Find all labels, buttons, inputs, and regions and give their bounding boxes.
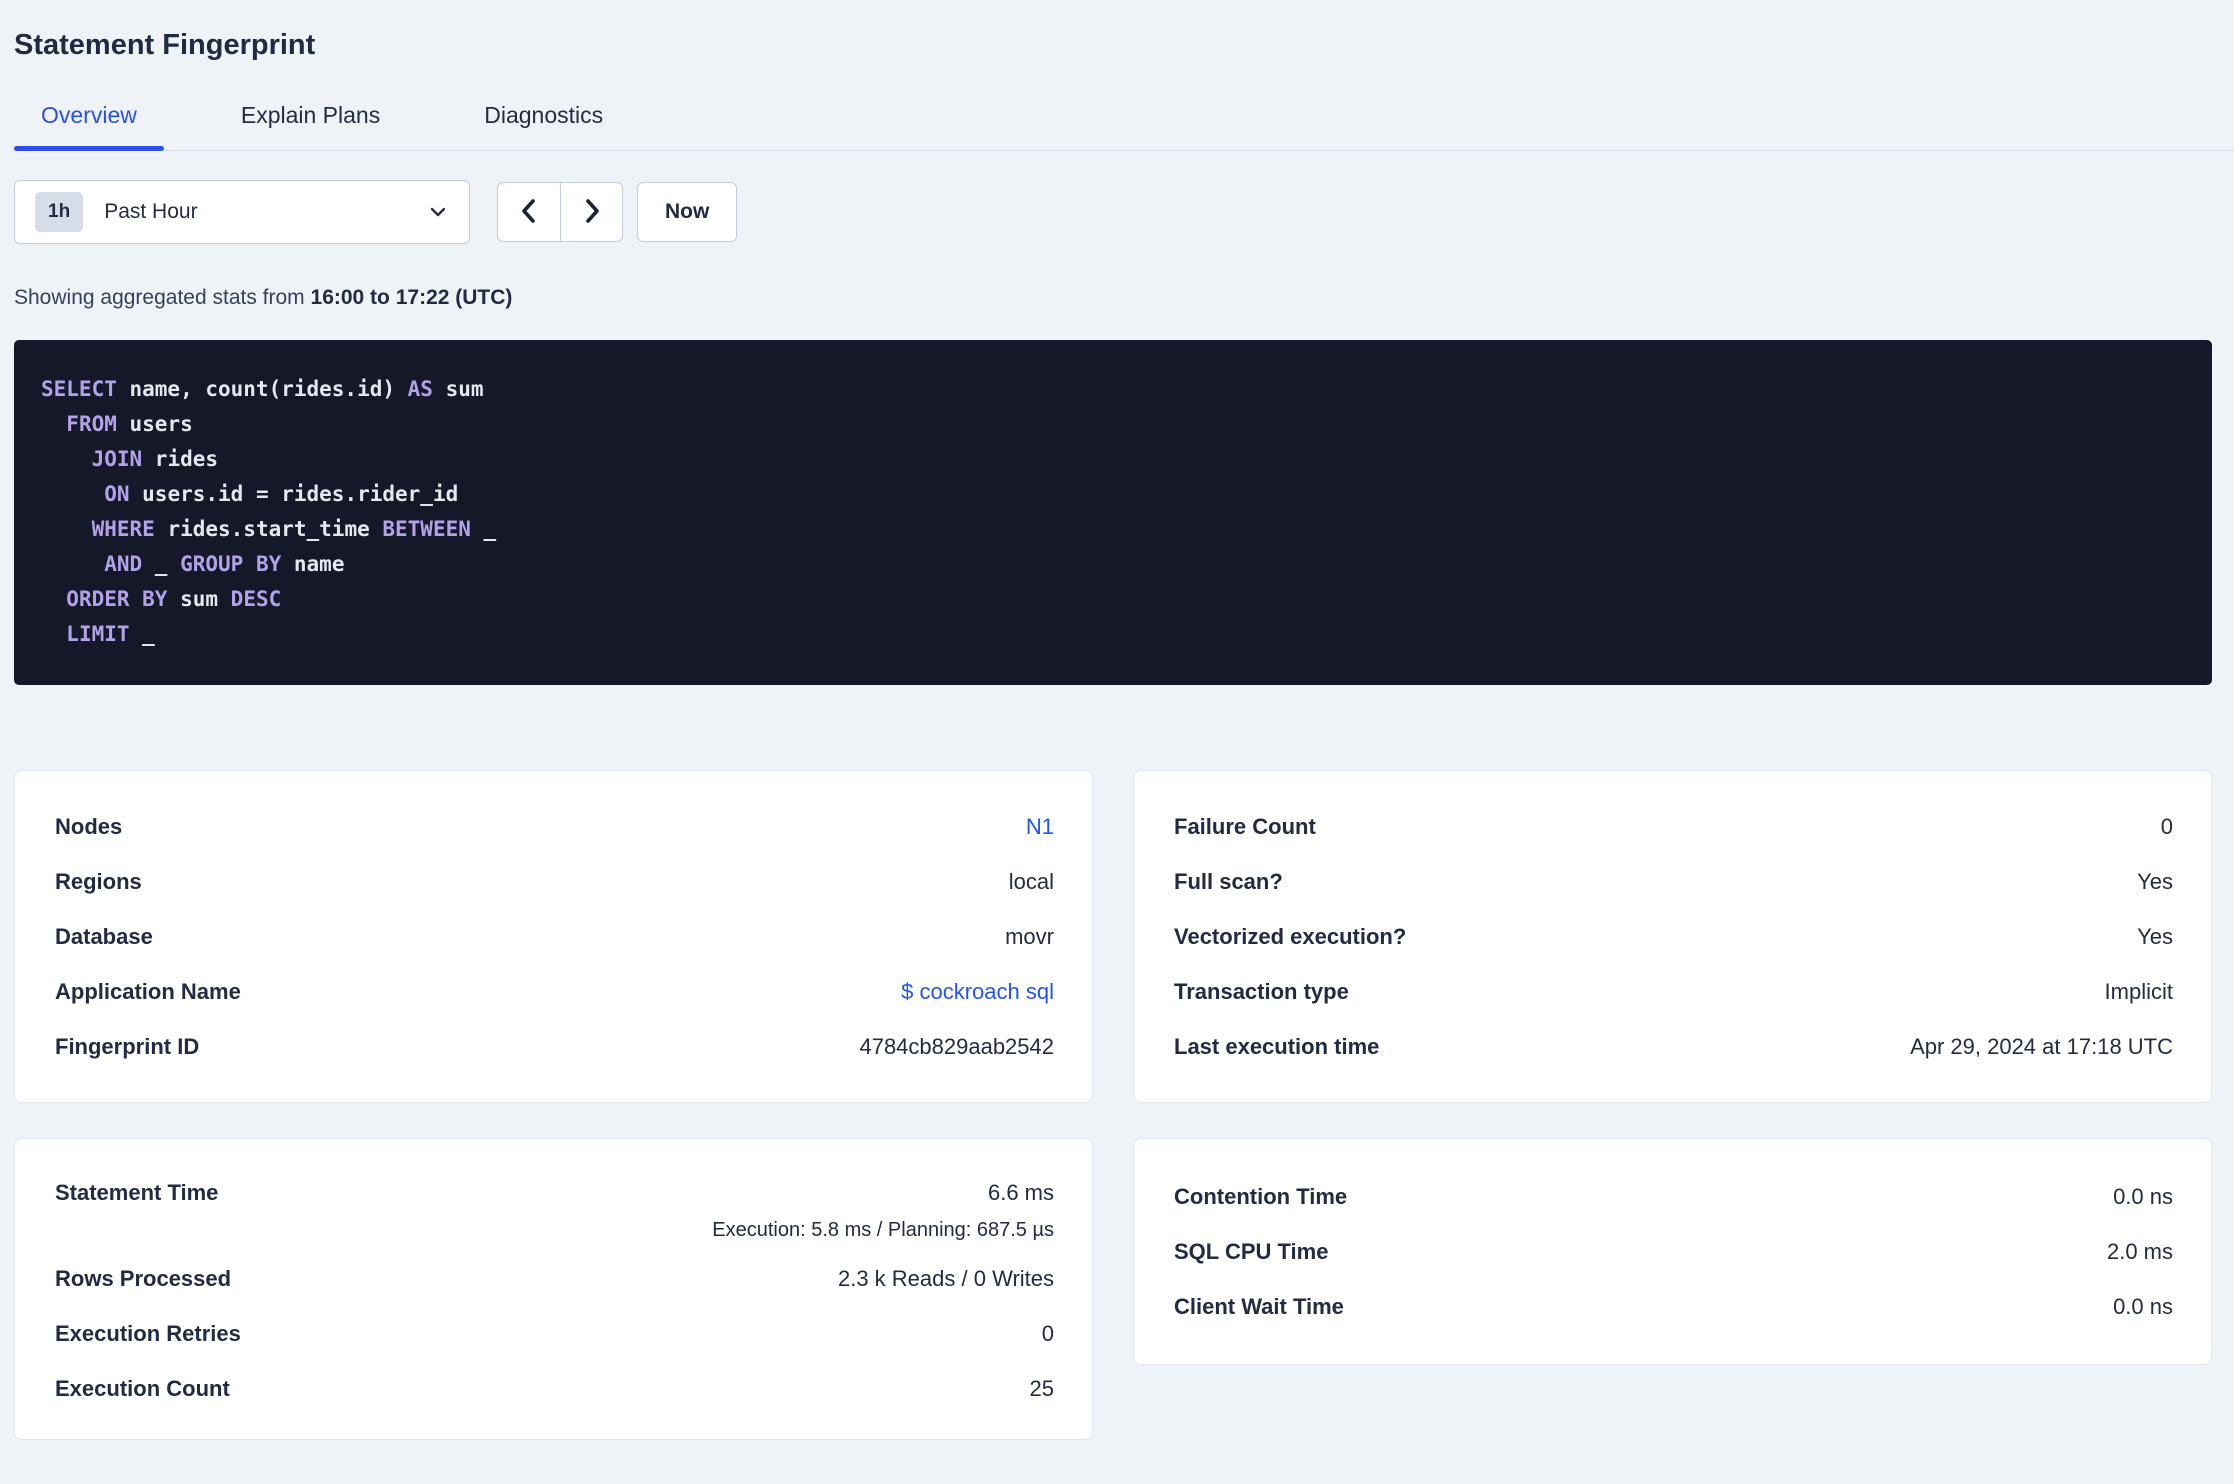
chevron-left-icon <box>516 196 542 229</box>
stat-row: Transaction type Implicit <box>1174 964 2173 1019</box>
sql-line: JOIN rides <box>91 447 219 471</box>
stat-label: Execution Retries <box>55 1320 241 1346</box>
stat-value: Yes <box>2137 868 2173 894</box>
sql-line: ORDER BY sum DESC <box>66 587 282 611</box>
stat-label: Transaction type <box>1174 978 1349 1004</box>
stat-row: Statement Time 6.6 ms Execution: 5.8 ms / … <box>55 1167 1054 1251</box>
aggregated-stats-prefix: Showing aggregated stats from <box>14 286 311 309</box>
sql-line: WHERE rides.start_time BETWEEN _ <box>91 517 497 541</box>
execution-attributes-card: Failure Count 0 Full scan? Yes Vectorized ex… <box>1133 770 2212 1103</box>
stat-value: Yes <box>2137 923 2173 949</box>
statement-times-card: Statement Time 6.6 ms Execution: 5.8 ms / … <box>14 1138 1093 1440</box>
statement-fingerprint-page: Statement Fingerprint Overview Explain P… <box>0 26 2234 1440</box>
sql-code-block: SELECT name, count(rides.id) AS sum FROM… <box>14 340 2212 685</box>
aggregated-stats-range: 16:00 to 17:22 (UTC) <box>310 286 513 309</box>
time-window-nav <box>497 182 623 242</box>
sql-line: FROM users <box>66 412 193 436</box>
stat-value-link[interactable]: $ cockroach sql <box>901 979 1054 1005</box>
stat-label: Fingerprint ID <box>55 1033 200 1059</box>
stat-value-link[interactable]: N1 <box>1026 814 1054 840</box>
stat-label: Execution Count <box>55 1375 230 1401</box>
stat-row: Regions local <box>55 854 1054 909</box>
next-time-window-button[interactable] <box>560 183 622 241</box>
sql-line: SELECT name, count(rides.id) AS sum <box>41 377 484 401</box>
stat-value: 2.0 ms <box>2106 1238 2173 1264</box>
stat-label: Client Wait Time <box>1174 1293 1344 1319</box>
details-card: Nodes N1 Regions local Database movr Applicati… <box>14 770 1093 1103</box>
stat-row: Last execution time Apr 29, 2024 at 17:18… <box>1174 1019 2173 1074</box>
stat-label: Failure Count <box>1174 813 1316 839</box>
stat-row: Failure Count 0 <box>1174 799 2173 854</box>
stat-label: Database <box>55 923 153 949</box>
stat-label: Application Name <box>55 978 241 1004</box>
stat-row: Execution Count 25 <box>55 1361 1054 1416</box>
stat-row: Fingerprint ID 4784cb829aab2542 <box>55 1019 1054 1074</box>
stat-label: Full scan? <box>1174 868 1283 894</box>
stat-value: 0 <box>1041 1320 1054 1346</box>
stat-row: SQL CPU Time 2.0 ms <box>1174 1224 2173 1279</box>
stat-label: Contention Time <box>1174 1183 1348 1209</box>
stat-value: 0.0 ns <box>2113 1183 2173 1209</box>
stat-value: 25 <box>1029 1375 1054 1401</box>
stat-value: local <box>1008 868 1054 894</box>
sql-line: AND _ GROUP BY name <box>104 552 345 576</box>
stat-row: Contention Time 0.0 ns <box>1174 1169 2173 1224</box>
time-toolbar: 1h Past Hour Now <box>14 180 2234 244</box>
tab-overview[interactable]: Overview <box>14 100 164 151</box>
chevron-right-icon <box>579 196 605 229</box>
aggregated-stats-summary: Showing aggregated stats from 16:00 to 1… <box>14 286 2234 310</box>
sql-line: ON users.id = rides.rider_id <box>104 482 459 506</box>
stat-value: 0.0 ns <box>2113 1293 2173 1319</box>
previous-time-window-button[interactable] <box>498 183 560 241</box>
time-range-badge: 1h <box>35 192 84 232</box>
stat-value: Implicit <box>2104 978 2173 1004</box>
page-title: Statement Fingerprint <box>14 29 316 61</box>
stat-row: Nodes N1 <box>55 799 1054 854</box>
tab-explain-plans[interactable]: Explain Plans <box>214 100 407 150</box>
stat-row: Vectorized execution? Yes <box>1174 909 2173 964</box>
stat-value: 0 <box>2160 813 2173 839</box>
resource-times-card: Contention Time 0.0 ns SQL CPU Time 2.0 ms C… <box>1133 1138 2212 1365</box>
stat-row: Execution Retries 0 <box>55 1306 1054 1361</box>
sql-line: LIMIT _ <box>66 622 155 646</box>
time-range-label: Past Hour <box>104 200 198 223</box>
stat-row: Database movr <box>55 909 1054 964</box>
stat-label: Last execution time <box>1174 1033 1380 1059</box>
stat-label: Regions <box>55 868 142 894</box>
stat-label: Statement Time <box>55 1180 219 1205</box>
stat-value: 2.3 k Reads / 0 Writes <box>837 1265 1054 1291</box>
now-button[interactable]: Now <box>637 182 738 242</box>
stat-label: Vectorized execution? <box>1174 923 1407 949</box>
time-range-select[interactable]: 1h Past Hour <box>14 180 470 244</box>
chevron-down-icon <box>427 201 449 223</box>
stats-cards-grid: Nodes N1 Regions local Database movr Applicati… <box>14 770 2212 1440</box>
stat-row: Client Wait Time 0.0 ns <box>1174 1279 2173 1334</box>
stat-row: Full scan? Yes <box>1174 854 2173 909</box>
tab-bar: Overview Explain Plans Diagnostics <box>14 100 2234 151</box>
stat-row: Application Name $ cockroach sql <box>55 964 1054 1019</box>
stat-value: movr <box>1005 923 1054 949</box>
stat-value: 6.6 ms <box>987 1180 1054 1205</box>
stat-value: Apr 29, 2024 at 17:18 UTC <box>1910 1033 2173 1059</box>
stat-label: Nodes <box>55 813 123 839</box>
stat-subvalue: Execution: 5.8 ms / Planning: 687.5 µs <box>712 1219 1054 1241</box>
stat-value: 4784cb829aab2542 <box>859 1033 1054 1059</box>
stat-label: SQL CPU Time <box>1174 1238 1329 1264</box>
stat-label: Rows Processed <box>55 1265 232 1291</box>
stat-row: Rows Processed 2.3 k Reads / 0 Writes <box>55 1251 1054 1306</box>
tab-diagnostics[interactable]: Diagnostics <box>457 100 630 150</box>
